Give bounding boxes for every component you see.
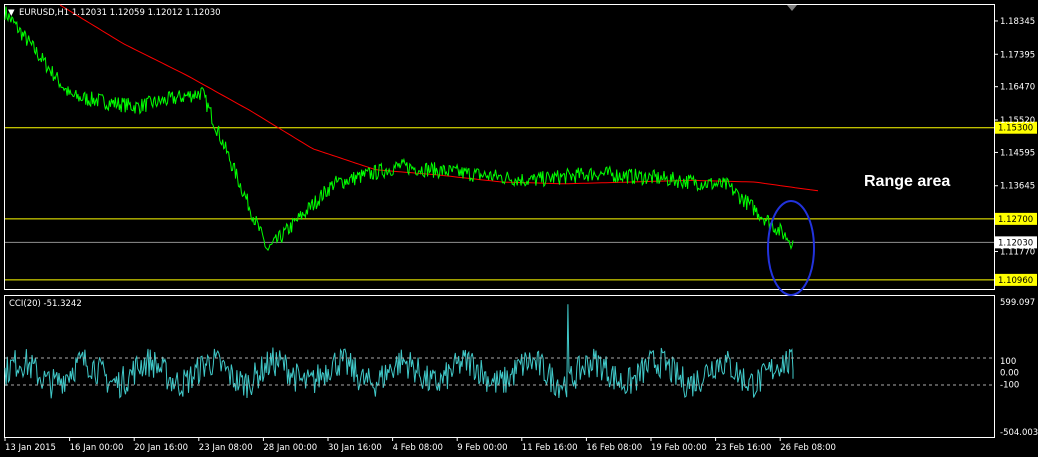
time-tick-label: 4 Feb 08:00 (393, 443, 443, 453)
chart-dropdown-icon[interactable]: ▼ (8, 8, 15, 18)
price-tick-label: 1.14595 (1000, 148, 1035, 158)
price-tick-label: 1.13645 (1000, 182, 1035, 192)
time-tick-label: 13 Jan 2015 (5, 443, 56, 453)
time-tick-label: 11 Feb 16:00 (522, 443, 578, 453)
time-tick-label: 9 Feb 00:00 (457, 443, 507, 453)
price-tick-label: 1.17395 (1000, 50, 1035, 60)
time-axis: 13 Jan 2015 16 Jan 00:00 20 Jan 16:00 23 Ja… (4, 437, 836, 453)
price-chart[interactable]: 1.153001.127001.109601.12030 ▼ EURUSD,H1… (0, 0, 1038, 457)
level-label: 1.10960 (998, 276, 1033, 286)
time-tick-label: 23 Jan 08:00 (199, 443, 253, 453)
cci-axis: 599.097 100 0.00-100 -504.003 (1000, 298, 1038, 438)
price-tick-label: 1.15520 (1000, 116, 1035, 126)
cci-tick-label: -504.003 (1000, 428, 1038, 438)
price-tick-label: 1.16470 (1000, 83, 1035, 93)
cci-tick-label: 100 (1000, 357, 1016, 367)
time-tick-label: 16 Jan 00:00 (70, 443, 124, 453)
cci-title: CCI(20) -51.3242 (9, 299, 82, 309)
time-tick-label: 20 Jan 16:00 (134, 443, 188, 453)
range-area-label: Range area (864, 173, 950, 190)
time-tick-label: 30 Jan 16:00 (328, 443, 382, 453)
cci-tick-label: 599.097 (1000, 298, 1035, 308)
price-panel-frame (4, 4, 995, 290)
cci-line (4, 304, 794, 399)
price-tick-label: 1.11770 (1000, 247, 1035, 257)
chart-title: EURUSD,H1 1.12031 1.12059 1.12012 1.1203… (19, 8, 221, 18)
cci-tick-label: -100 (1000, 380, 1019, 390)
time-tick-label: 16 Feb 08:00 (586, 443, 642, 453)
cci-tick-label: 0.00 (1000, 369, 1019, 379)
price-tick-label: 1.18345 (1000, 17, 1035, 27)
time-tick-label: 28 Jan 00:00 (263, 443, 317, 453)
time-tick-label: 19 Feb 00:00 (651, 443, 707, 453)
level-lines: 1.153001.127001.109601.12030 (5, 121, 1037, 286)
chart-shift-marker-icon[interactable] (787, 5, 797, 11)
time-tick-label: 26 Feb 08:00 (780, 443, 836, 453)
level-label: 1.12700 (998, 215, 1033, 225)
time-tick-label: 23 Feb 16:00 (716, 443, 772, 453)
